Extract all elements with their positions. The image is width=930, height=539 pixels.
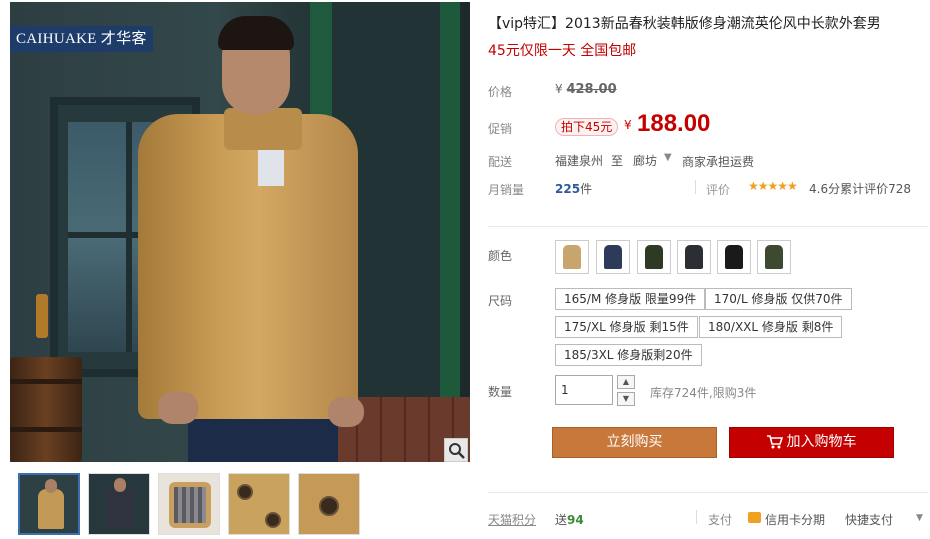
divider (695, 180, 696, 194)
thumbnail-jacket (107, 488, 133, 528)
photo-pillar (440, 2, 460, 422)
price-label: 价格 (488, 85, 513, 99)
price-box: 价格 ¥ 428.00 促销 拍下45元 ¥ 188.00 配送 福建泉州 至 … (488, 70, 928, 204)
swatch-coat-thumbnail (685, 245, 703, 269)
size-option[interactable]: 165/M 修身版 限量99件 (555, 288, 706, 310)
sales-count: 225 (555, 182, 581, 196)
cart-icon (766, 435, 783, 449)
quantity-decrement[interactable]: ▼ (617, 392, 635, 406)
thumbnail-lining (169, 482, 211, 528)
original-price-value: 428.00 (566, 82, 617, 97)
model-collar (224, 108, 302, 150)
shipping-fee: 商家承担运费 (682, 155, 755, 169)
size-option[interactable]: 170/L 修身版 仅供70件 (705, 288, 852, 310)
monthly-sales: 225件 (555, 180, 592, 197)
chevron-down-icon[interactable]: ▼ (664, 152, 672, 163)
thumbnail-1[interactable] (18, 473, 80, 535)
thumbnail-head (114, 478, 126, 492)
quantity-input[interactable] (555, 375, 613, 405)
divider (696, 510, 697, 524)
divider (488, 492, 928, 493)
promo-badge: 拍下45元 (555, 118, 619, 136)
chevron-down-icon[interactable]: ▼ (916, 513, 923, 523)
thumbnail-3[interactable] (158, 473, 220, 535)
ship-to-selector[interactable]: 廊坊 (633, 152, 657, 169)
magnifier-icon[interactable] (444, 438, 468, 462)
color-swatch-olive-coat[interactable] (637, 240, 671, 274)
product-gallery: CAIHUAKE 才华客 (10, 2, 470, 539)
size-option[interactable]: 180/XXL 修身版 剩8件 (699, 316, 843, 338)
color-label: 颜色 (488, 249, 513, 263)
swatch-coat-thumbnail (725, 245, 743, 269)
rating-label: 评价 (706, 183, 731, 197)
color-swatch-army-green-coat[interactable] (757, 240, 791, 274)
points-prefix: 送 (555, 513, 568, 527)
quick-pay-selector[interactable]: 快捷支付 (845, 511, 893, 528)
product-title: 【vip特汇】2013新品春秋装韩版修身潮流英伦风中长款外套男 (488, 16, 881, 32)
promo-label: 促销 (488, 122, 513, 136)
model-jacket (138, 114, 358, 419)
add-to-cart-button[interactable]: 加入购物车 (729, 427, 894, 458)
thumbnail-head (45, 479, 57, 493)
main-product-image[interactable]: CAIHUAKE 才华客 (10, 2, 470, 462)
swatch-coat-thumbnail (645, 245, 663, 269)
promo-currency: ¥ (624, 118, 632, 132)
thumbnail-5[interactable] (298, 473, 360, 535)
model-hand (158, 392, 198, 424)
barrel-band (10, 379, 82, 384)
thumbnail-4[interactable] (228, 473, 290, 535)
model-hair (218, 16, 294, 50)
quantity-label: 数量 (488, 385, 513, 399)
product-subtitle: 45元仅限一天 全国包邮 (488, 43, 637, 59)
original-price: ¥ 428.00 (555, 82, 617, 97)
color-swatch-navy-coat[interactable] (596, 240, 630, 274)
thumbnail-jacket (38, 489, 64, 529)
points-number: 94 (567, 513, 584, 527)
points-label-link[interactable]: 天猫积分 (488, 511, 536, 528)
promo-price: 188.00 (637, 110, 711, 137)
swatch-coat-thumbnail (604, 245, 622, 269)
swatch-coat-thumbnail (765, 245, 783, 269)
color-swatch-khaki-coat[interactable] (555, 240, 589, 274)
product-details: 【vip特汇】2013新品春秋装韩版修身潮流英伦风中长款外套男 45元仅限一天 … (488, 0, 930, 539)
color-swatch-dark-grey-coat[interactable] (677, 240, 711, 274)
points-value: 送94 (555, 511, 584, 528)
rating-summary-link[interactable]: 4.6分累计评价728 (809, 180, 911, 197)
sales-unit: 件 (580, 182, 593, 196)
credit-card-icon (748, 512, 761, 523)
size-option[interactable]: 175/XL 修身版 剩15件 (555, 316, 698, 338)
size-option[interactable]: 185/3XL 修身版剩20件 (555, 344, 702, 366)
ship-separator: 至 (611, 154, 624, 168)
color-swatch-black-coat[interactable] (717, 240, 751, 274)
buy-now-button[interactable]: 立刻购买 (552, 427, 717, 458)
price-currency: ¥ (555, 82, 563, 96)
thumbnail-2[interactable] (88, 473, 150, 535)
thumbnail-button-detail (237, 484, 253, 500)
swatch-coat-thumbnail (563, 245, 581, 269)
thumbnail-button-detail (265, 512, 281, 528)
model-hand (328, 397, 364, 427)
star-rating-icon: ★★★★★ (748, 179, 798, 193)
photo-barrel (10, 357, 82, 462)
ship-from-location: 福建泉州 (555, 154, 604, 168)
credit-installment-link[interactable]: 信用卡分期 (765, 511, 825, 528)
divider (488, 226, 928, 227)
thumbnail-button-detail (319, 496, 339, 516)
thumbnail-bg (229, 474, 289, 534)
sales-label: 月销量 (488, 183, 525, 197)
stock-info: 库存724件,限购3件 (650, 386, 757, 400)
add-to-cart-label: 加入购物车 (786, 434, 857, 450)
shipping-label: 配送 (488, 155, 513, 169)
brand-logo: CAIHUAKE 才华客 (10, 26, 153, 52)
quantity-increment[interactable]: ▲ (617, 375, 635, 389)
size-label: 尺码 (488, 294, 513, 308)
barrel-band (10, 427, 82, 432)
photo-lantern (36, 294, 48, 338)
payment-label: 支付 (708, 513, 733, 527)
